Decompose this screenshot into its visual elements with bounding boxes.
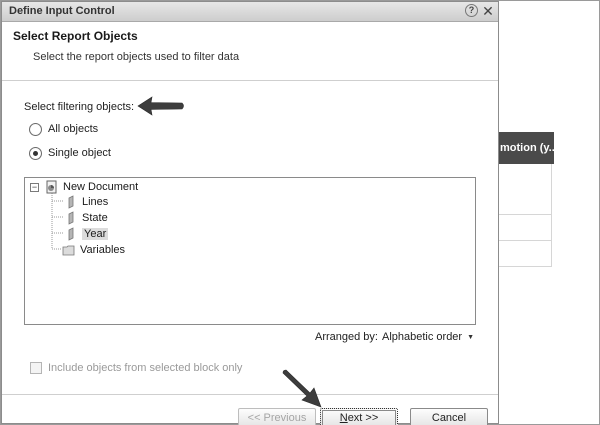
tree-node-label-selected: Year [82,227,109,240]
previous-button[interactable]: << Previous [238,408,316,425]
define-input-control-dialog: Define Input Control ? ✕ Select Report O… [1,1,499,425]
page-subtitle: Select the report objects used to filter… [33,51,240,63]
arranged-by-label: Arranged by: [315,331,378,343]
help-icon[interactable]: ? [465,4,478,17]
tree-collapse-toggle[interactable]: − [30,183,39,192]
footer-divider [2,394,498,395]
radio-single-object-label: Single object [48,147,111,159]
tree-node-year[interactable]: Year [64,226,109,241]
filtering-objects-label: Select filtering objects: [24,101,135,113]
tree-node-variables[interactable]: Variables [62,242,125,257]
cancel-button[interactable]: Cancel [410,408,488,425]
dialog-title: Define Input Control [9,5,115,17]
radio-single-object[interactable]: Single object [29,145,111,161]
background-table-cell [498,215,552,241]
tree-node-state[interactable]: State [64,210,108,225]
include-selected-block-label: Include objects from selected block only [48,362,243,374]
tree-node-label: Lines [82,195,109,208]
dimension-icon [68,210,74,225]
include-selected-block-checkbox[interactable] [30,362,42,374]
next-button-label: ext >> [347,412,379,424]
tree-node-label: New Document [63,180,139,193]
tree-node-label: State [82,211,108,224]
background-table-cell [498,164,552,190]
arranged-by-value[interactable]: Alphabetic order [382,331,462,343]
chevron-down-icon[interactable]: ▼ [467,334,474,341]
radio-button-checked[interactable] [29,146,42,160]
dimension-icon [68,226,74,241]
radio-all-objects[interactable]: All objects [29,121,98,137]
document-icon [46,180,57,193]
arranged-by-control[interactable]: Arranged by: Alphabetic order ▼ [315,331,474,343]
tree-node-lines[interactable]: Lines [64,194,108,209]
annotation-arrow-icon [282,369,322,408]
tree-node-root[interactable]: New Document [45,179,138,194]
dialog-titlebar[interactable]: Define Input Control ? ✕ [2,2,498,22]
background-table-cell [498,241,552,267]
background-report-table: motion (y... [498,132,554,267]
background-table-cell [498,189,552,215]
dimension-icon [68,194,74,209]
radio-all-objects-label: All objects [48,123,99,135]
close-icon[interactable]: ✕ [481,3,495,19]
folder-icon [62,245,75,255]
report-objects-tree[interactable]: − New Document Lines State Year Variable… [24,177,476,325]
next-button[interactable]: Next >> [320,408,398,425]
include-selected-block-checkbox-row[interactable]: Include objects from selected block only [30,362,242,374]
radio-button[interactable] [29,122,42,136]
next-button-mnemonic: N [339,412,348,424]
wizard-header: Select Report Objects Select the report … [2,23,498,81]
page-title: Select Report Objects [13,29,138,43]
background-column-header: motion (y... [498,132,554,164]
annotation-arrow-icon [137,96,184,116]
tree-node-label: Variables [80,243,126,256]
